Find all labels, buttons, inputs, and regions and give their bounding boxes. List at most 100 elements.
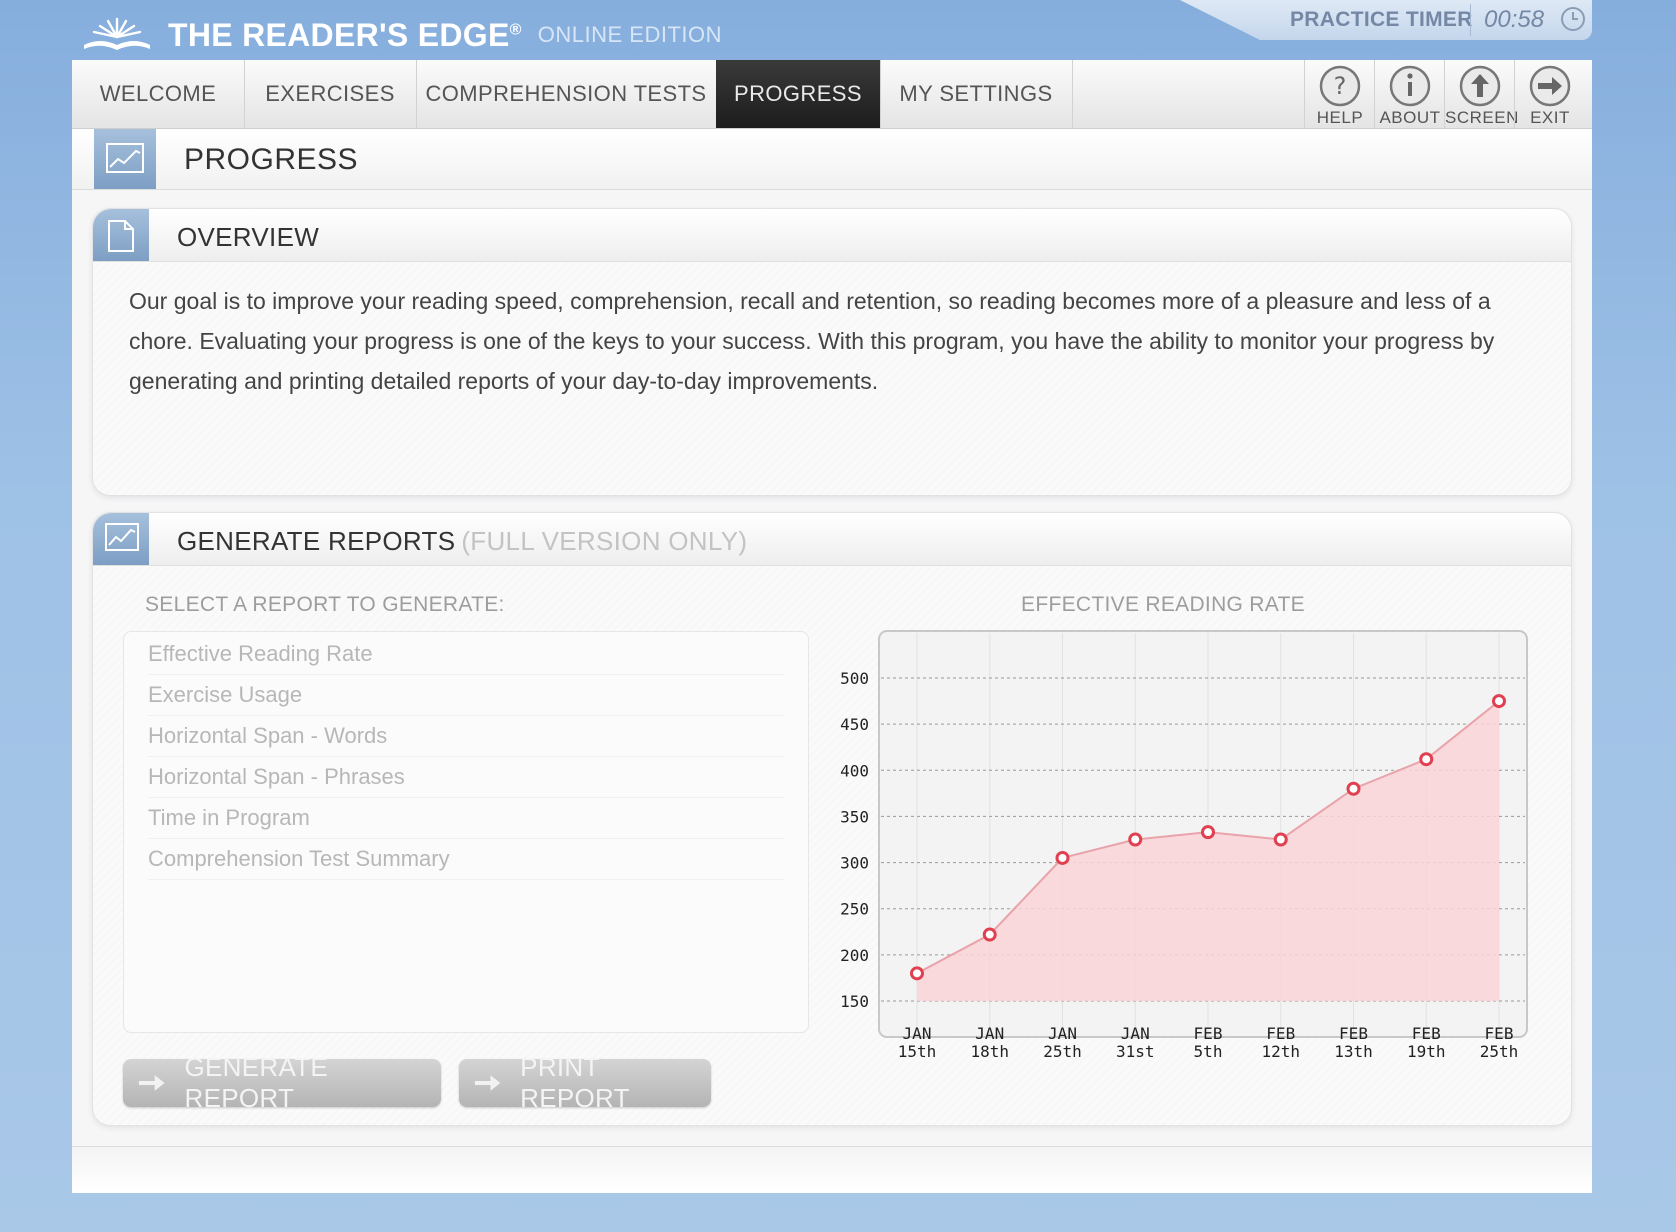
arrow-right-icon bbox=[474, 1075, 501, 1091]
tool-label: HELP bbox=[1316, 108, 1364, 127]
panel-icon-box bbox=[93, 209, 149, 261]
tab-label: COMPREHENSION TESTS bbox=[425, 81, 707, 106]
chart-title-text: EFFECTIVE READING RATE bbox=[1021, 593, 1305, 616]
y-tick-label: 500 bbox=[840, 669, 869, 688]
x-tick-label-day: 15th bbox=[898, 1042, 937, 1061]
data-point bbox=[1346, 781, 1361, 796]
data-point bbox=[910, 966, 924, 981]
y-tick-label: 400 bbox=[840, 761, 869, 780]
x-tick-label-day: 25th bbox=[1480, 1042, 1519, 1061]
print-report-button[interactable]: PRINT REPORT bbox=[459, 1052, 711, 1113]
data-point bbox=[1492, 694, 1506, 709]
x-tick-label-month: JAN bbox=[975, 1024, 1004, 1043]
report-item-horizontal-span-phrases[interactable]: Horizontal Span - Phrases bbox=[148, 757, 784, 798]
practice-timer: PRACTICE TIMER 00:58 bbox=[1180, 0, 1592, 40]
clock-icon[interactable] bbox=[1560, 6, 1586, 32]
report-item-horizontal-span-words[interactable]: Horizontal Span - Words bbox=[148, 716, 784, 757]
report-list: Effective Reading Rate Exercise Usage Ho… bbox=[123, 631, 809, 1033]
book-sun-logo-icon bbox=[84, 17, 150, 50]
timer-divider bbox=[1470, 4, 1471, 36]
data-point bbox=[1419, 752, 1434, 767]
x-tick-label-day: 5th bbox=[1194, 1042, 1223, 1061]
chart-icon bbox=[105, 523, 139, 551]
overview-title: OVERVIEW bbox=[177, 222, 320, 252]
exit-icon bbox=[1529, 65, 1571, 107]
report-item-effective-reading-rate[interactable]: Effective Reading Rate bbox=[148, 634, 784, 675]
generate-reports-panel: GENERATE REPORTS (FULL VERSION ONLY) SELE… bbox=[92, 512, 1572, 1126]
x-tick-label-day: 18th bbox=[970, 1042, 1009, 1061]
generate-report-button[interactable]: GENERATE REPORT bbox=[123, 1052, 441, 1113]
reports-title-text: GENERATE REPORTS bbox=[177, 526, 456, 556]
report-item-time-in-program[interactable]: Time in Program bbox=[148, 798, 784, 839]
full-version-note: (FULL VERSION ONLY) bbox=[461, 526, 748, 556]
tab-welcome[interactable]: WELCOME bbox=[72, 60, 245, 128]
reports-header: GENERATE REPORTS (FULL VERSION ONLY) bbox=[93, 513, 1571, 566]
data-point bbox=[1201, 825, 1215, 840]
app-logo: THE READER'S EDGE® ONLINE EDITION bbox=[80, 10, 722, 60]
print-report-label: PRINT REPORT bbox=[520, 1052, 630, 1113]
x-tick-label-day: 25th bbox=[1043, 1042, 1082, 1061]
tab-label: PROGRESS bbox=[734, 81, 862, 106]
tool-label: SCREEN bbox=[1445, 108, 1519, 127]
y-tick-label: 300 bbox=[840, 854, 869, 873]
select-report-label: SELECT A REPORT TO GENERATE: bbox=[145, 593, 505, 616]
brand-name: THE READER'S EDGE® bbox=[168, 16, 522, 53]
data-point bbox=[1055, 850, 1070, 865]
x-tick-label-day: 31st bbox=[1116, 1042, 1155, 1061]
page-header: PROGRESS bbox=[72, 129, 1592, 190]
timer-label: PRACTICE TIMER bbox=[1290, 8, 1473, 31]
tab-my-settings[interactable]: MY SETTINGS bbox=[880, 60, 1073, 128]
x-tick-label-month: FEB bbox=[1339, 1024, 1368, 1043]
screen-icon bbox=[1459, 65, 1501, 107]
y-tick-label: 450 bbox=[840, 715, 869, 734]
x-tick-label-month: FEB bbox=[1412, 1024, 1441, 1043]
main-navbar: WELCOME EXERCISES COMPREHENSION TESTS PR… bbox=[72, 60, 1592, 129]
generate-report-label: GENERATE REPORT bbox=[184, 1052, 329, 1113]
x-tick-label-month: FEB bbox=[1485, 1024, 1514, 1043]
report-item-comprehension-test-summary[interactable]: Comprehension Test Summary bbox=[148, 839, 784, 880]
overview-panel: OVERVIEW Our goal is to improve your rea… bbox=[92, 208, 1572, 496]
overview-header: OVERVIEW bbox=[93, 209, 1571, 262]
reports-title: GENERATE REPORTS (FULL VERSION ONLY) bbox=[177, 526, 747, 557]
x-tick-label-month: JAN bbox=[903, 1024, 932, 1043]
x-tick-label-day: 19th bbox=[1407, 1042, 1446, 1061]
tool-label: ABOUT bbox=[1379, 108, 1441, 127]
panel-icon-box bbox=[93, 513, 149, 565]
data-point bbox=[982, 927, 997, 942]
data-point bbox=[1273, 832, 1288, 847]
tab-progress[interactable]: PROGRESS bbox=[716, 60, 881, 128]
help-button[interactable]: ? HELP bbox=[1304, 60, 1375, 128]
x-tick-label-month: JAN bbox=[1048, 1024, 1077, 1043]
overview-text: Our goal is to improve your reading spee… bbox=[129, 288, 1495, 394]
x-tick-label-month: JAN bbox=[1121, 1024, 1150, 1043]
exit-button[interactable]: EXIT bbox=[1514, 60, 1585, 128]
data-point bbox=[1128, 832, 1143, 847]
tab-label: WELCOME bbox=[99, 81, 217, 106]
tab-comprehension-tests[interactable]: COMPREHENSION TESTS bbox=[416, 60, 717, 128]
y-tick-label: 250 bbox=[840, 900, 869, 919]
x-tick-label-month: FEB bbox=[1194, 1024, 1223, 1043]
help-icon: ? bbox=[1319, 65, 1361, 107]
timer-value: 00:58 bbox=[1484, 6, 1545, 33]
footer-strip bbox=[72, 1146, 1592, 1193]
info-icon bbox=[1389, 65, 1431, 107]
report-item-exercise-usage[interactable]: Exercise Usage bbox=[148, 675, 784, 716]
arrow-right-icon bbox=[138, 1075, 165, 1091]
x-tick-label-day: 12th bbox=[1261, 1042, 1300, 1061]
effective-reading-rate-chart: 150200250300350400450500JAN15thJAN18thJA… bbox=[840, 630, 1528, 1061]
y-tick-label: 350 bbox=[840, 807, 869, 826]
screen-button[interactable]: SCREEN bbox=[1444, 60, 1519, 128]
document-icon bbox=[108, 220, 134, 252]
tab-label: MY SETTINGS bbox=[899, 81, 1053, 106]
app-window: WELCOME EXERCISES COMPREHENSION TESTS PR… bbox=[72, 60, 1592, 1193]
about-button[interactable]: ABOUT bbox=[1374, 60, 1445, 128]
tab-label: EXERCISES bbox=[265, 81, 395, 106]
page-icon-box bbox=[94, 129, 156, 189]
tool-label: EXIT bbox=[1530, 108, 1570, 127]
x-tick-label-day: 13th bbox=[1334, 1042, 1373, 1061]
page-title: PROGRESS bbox=[184, 143, 359, 176]
chart-icon bbox=[106, 143, 144, 173]
svg-text:?: ? bbox=[1334, 72, 1347, 100]
x-tick-label-month: FEB bbox=[1266, 1024, 1295, 1043]
tab-exercises[interactable]: EXERCISES bbox=[244, 60, 417, 128]
